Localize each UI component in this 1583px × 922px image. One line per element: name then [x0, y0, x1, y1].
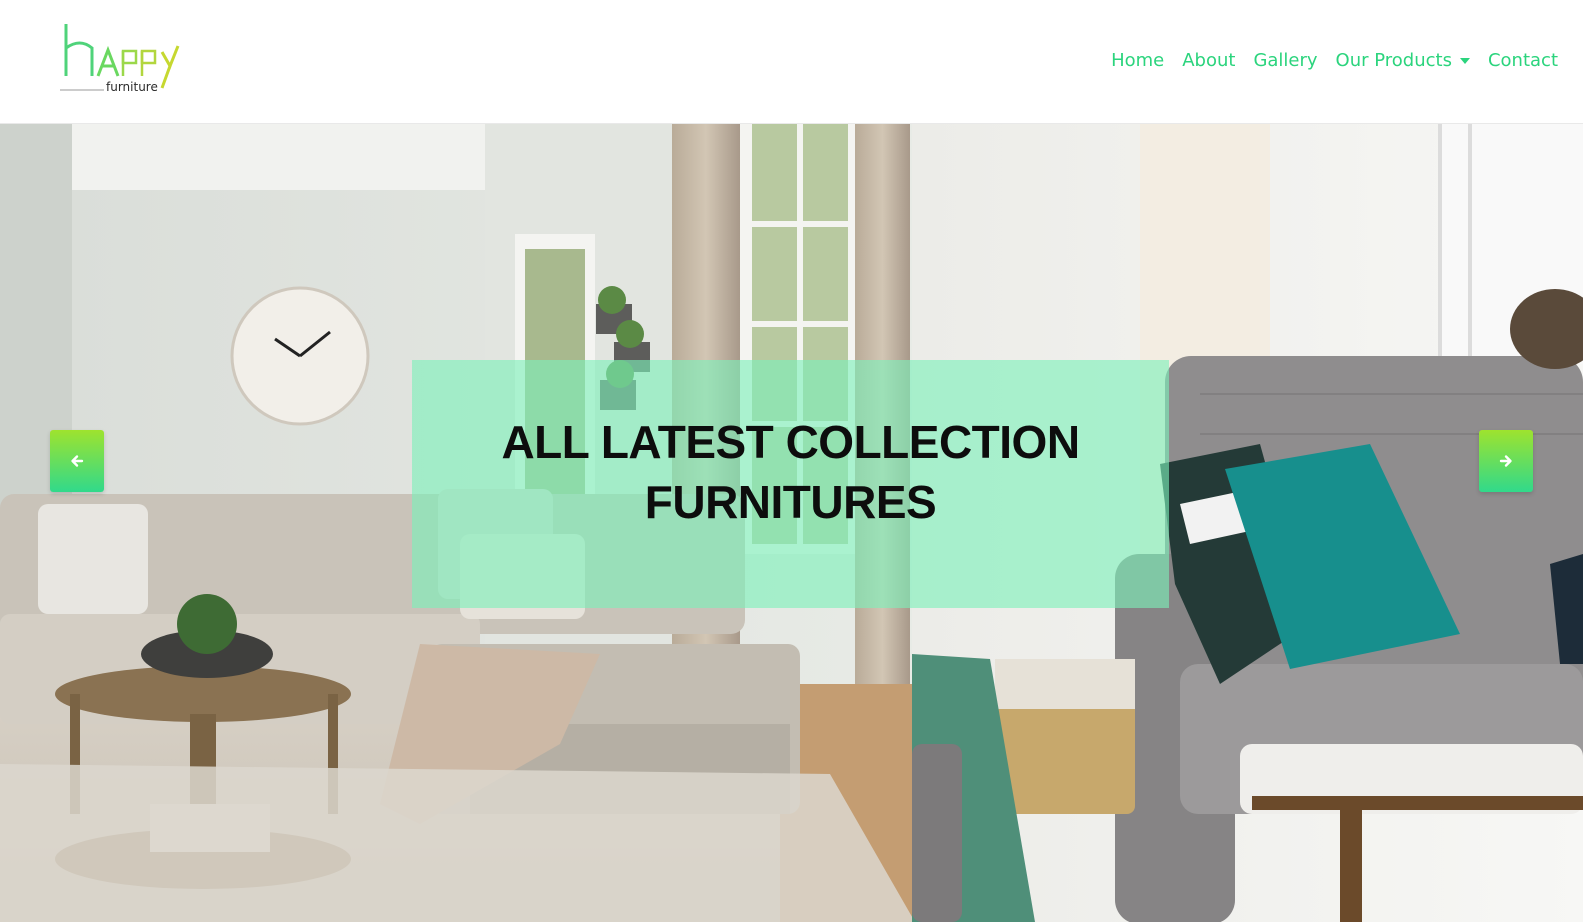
hero-headline-line-2: FURNITURES	[644, 476, 937, 528]
hero-headline: ALL LATEST COLLECTION FURNITURES	[412, 412, 1169, 532]
nav-our-products[interactable]: Our Products	[1336, 50, 1470, 71]
arrow-left-icon	[71, 455, 84, 467]
nav-contact[interactable]: Contact	[1488, 50, 1558, 71]
hero-headline-line-1: ALL LATEST COLLECTION	[501, 416, 1080, 468]
site-header: furniture Home About Gallery Our Product…	[0, 0, 1583, 124]
arrow-right-icon	[1499, 455, 1512, 467]
logo-subtext: furniture	[106, 80, 158, 94]
nav-our-products-label: Our Products	[1335, 50, 1452, 71]
nav-about[interactable]: About	[1182, 50, 1235, 71]
brand-logo[interactable]: furniture	[58, 18, 198, 100]
caret-down-icon	[1459, 57, 1470, 64]
carousel-prev-button[interactable]	[50, 430, 104, 492]
carousel-next-button[interactable]	[1479, 430, 1533, 492]
nav-home[interactable]: Home	[1111, 50, 1164, 71]
main-nav: Home About Gallery Our Products Contact	[1111, 50, 1558, 71]
nav-gallery[interactable]: Gallery	[1253, 50, 1317, 71]
hero-carousel: ALL LATEST COLLECTION FURNITURES	[0, 124, 1583, 922]
